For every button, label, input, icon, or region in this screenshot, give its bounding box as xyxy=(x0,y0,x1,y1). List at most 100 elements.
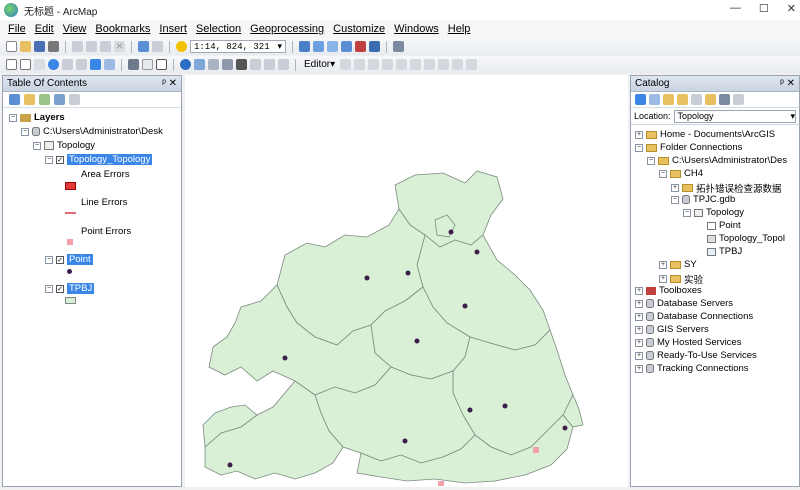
copy-icon[interactable] xyxy=(86,41,97,52)
area-errors-symbol[interactable] xyxy=(65,182,76,190)
expand-icon[interactable]: + xyxy=(635,312,643,321)
dataset-row[interactable]: − Topology xyxy=(33,140,95,151)
disconnect-folder-icon[interactable] xyxy=(691,94,702,105)
expand-icon[interactable]: + xyxy=(635,299,643,308)
straight-segment-icon[interactable] xyxy=(368,59,380,70)
expand-icon[interactable]: + xyxy=(671,184,679,192)
toc-options-icon[interactable] xyxy=(69,94,80,105)
catalog-item-tpbj[interactable]: TPBJ xyxy=(707,246,742,257)
rotate-icon[interactable] xyxy=(424,59,436,70)
expand-icon[interactable]: + xyxy=(635,286,643,295)
menu-file[interactable]: File xyxy=(8,23,26,35)
select-elements-icon[interactable] xyxy=(156,59,167,70)
collapse-icon[interactable]: − xyxy=(647,156,655,165)
modelbuilder-icon[interactable] xyxy=(393,41,404,52)
html-popup-icon[interactable] xyxy=(194,59,205,70)
expand-icon[interactable]: + xyxy=(659,275,667,283)
back-icon[interactable] xyxy=(635,94,646,105)
map-canvas[interactable] xyxy=(185,75,628,487)
menu-view[interactable]: View xyxy=(63,23,87,35)
list-by-source-icon[interactable] xyxy=(24,94,35,105)
catalog-item-hosted-services[interactable]: + My Hosted Services xyxy=(635,337,741,348)
attributes-icon[interactable] xyxy=(438,59,450,70)
time-slider-icon[interactable] xyxy=(264,59,275,70)
forward-icon[interactable] xyxy=(649,94,660,105)
catalog-item-home[interactable]: + Home - Documents\ArcGIS xyxy=(635,129,775,140)
tpbj-visibility-checkbox[interactable]: ✓ xyxy=(56,284,64,293)
catalog-options-icon[interactable] xyxy=(733,94,744,105)
catalog-item-ready-to-use[interactable]: + Ready-To-Use Services xyxy=(635,350,757,361)
catalog-item-chinese-folder[interactable]: + 拓扑错误检查源数据 xyxy=(671,181,782,195)
find-icon[interactable] xyxy=(236,59,247,70)
catalog-item-ch4[interactable]: − CH4 xyxy=(659,168,703,179)
expand-icon[interactable]: + xyxy=(635,130,643,139)
expand-icon[interactable]: + xyxy=(659,260,667,269)
views-icon[interactable] xyxy=(719,94,730,105)
line-errors-symbol[interactable] xyxy=(65,212,76,214)
open-icon[interactable] xyxy=(20,41,31,52)
undo-icon[interactable] xyxy=(138,41,149,52)
collapse-icon[interactable]: − xyxy=(9,113,17,122)
catalog-item-sy[interactable]: + SY xyxy=(659,259,697,270)
split-icon[interactable] xyxy=(410,59,422,70)
topology-visibility-checkbox[interactable]: ✓ xyxy=(56,155,64,164)
maximize-icon[interactable]: ☐ xyxy=(759,2,769,15)
menu-customize[interactable]: Customize xyxy=(333,23,385,35)
measure-icon[interactable] xyxy=(222,59,233,70)
catalog-item-database-servers[interactable]: + Database Servers xyxy=(635,298,733,309)
catalog-item-gdb[interactable]: − TPJC.gdb xyxy=(671,194,735,205)
point-visibility-checkbox[interactable]: ✓ xyxy=(56,255,64,264)
catalog-item-point[interactable]: Point xyxy=(707,220,741,231)
trace-icon[interactable] xyxy=(396,59,408,70)
print-icon[interactable] xyxy=(48,41,59,52)
expand-icon[interactable]: + xyxy=(635,364,643,373)
save-icon[interactable] xyxy=(34,41,45,52)
full-extent-icon[interactable] xyxy=(48,59,59,70)
expand-icon[interactable]: + xyxy=(635,338,643,347)
catalog-item-gis-servers[interactable]: + GIS Servers xyxy=(635,324,709,335)
menu-windows[interactable]: Windows xyxy=(394,23,439,35)
back-icon[interactable] xyxy=(90,59,101,70)
create-features-icon[interactable] xyxy=(466,59,478,70)
list-by-selection-icon[interactable] xyxy=(54,94,65,105)
paste-icon[interactable] xyxy=(100,41,111,52)
list-by-visibility-icon[interactable] xyxy=(39,94,50,105)
map-display[interactable] xyxy=(185,75,628,487)
collapse-icon[interactable]: − xyxy=(45,255,53,264)
collapse-icon[interactable]: − xyxy=(33,141,41,150)
workspace-row[interactable]: − C:\Users\Administrator\Desk xyxy=(21,126,163,137)
map-scale-dropdown[interactable]: 1:14, 824, 321 ▾ xyxy=(190,40,286,53)
catalog-window-icon[interactable] xyxy=(327,41,338,52)
close-icon[interactable]: ✕ xyxy=(787,2,796,15)
home-folder-icon[interactable] xyxy=(705,94,716,105)
expand-icon[interactable]: + xyxy=(635,351,643,360)
catalog-item-admin-path[interactable]: − C:\Users\Administrator\Des xyxy=(647,155,787,166)
clear-selection-icon[interactable] xyxy=(142,59,153,70)
zoom-in-icon[interactable] xyxy=(6,59,17,70)
point-layer-symbol[interactable] xyxy=(67,269,72,274)
add-data-icon[interactable] xyxy=(176,41,187,52)
zoom-out-icon[interactable] xyxy=(20,59,31,70)
catalog-item-database-connections[interactable]: + Database Connections xyxy=(635,311,753,322)
point-layer-row[interactable]: − ✓ Point xyxy=(45,254,93,265)
connect-folder-icon[interactable] xyxy=(677,94,688,105)
collapse-icon[interactable]: − xyxy=(635,143,643,152)
toc-pin-close-icon[interactable]: ᵖ ✕ xyxy=(162,78,177,89)
catalog-item-folder-connections[interactable]: − Folder Connections xyxy=(635,142,742,153)
tpbj-layer-row[interactable]: − ✓ TPBJ xyxy=(45,283,95,294)
catalog-item-toolboxes[interactable]: + Toolboxes xyxy=(635,285,702,296)
collapse-icon[interactable]: − xyxy=(21,127,29,136)
redo-icon[interactable] xyxy=(152,41,163,52)
minimize-icon[interactable]: — xyxy=(730,2,741,15)
menu-help[interactable]: Help xyxy=(448,23,471,35)
collapse-icon[interactable]: − xyxy=(45,284,53,293)
editor-toolbar-icon[interactable] xyxy=(299,41,310,52)
edit-tool-icon[interactable] xyxy=(340,59,352,70)
go-to-xy-icon[interactable] xyxy=(250,59,261,70)
fixed-zoom-out-icon[interactable] xyxy=(76,59,87,70)
identify-icon[interactable] xyxy=(180,59,191,70)
arctoolbox-icon[interactable] xyxy=(355,41,366,52)
menu-edit[interactable]: Edit xyxy=(35,23,54,35)
up-one-level-icon[interactable] xyxy=(663,94,674,105)
hyperlink-icon[interactable] xyxy=(208,59,219,70)
